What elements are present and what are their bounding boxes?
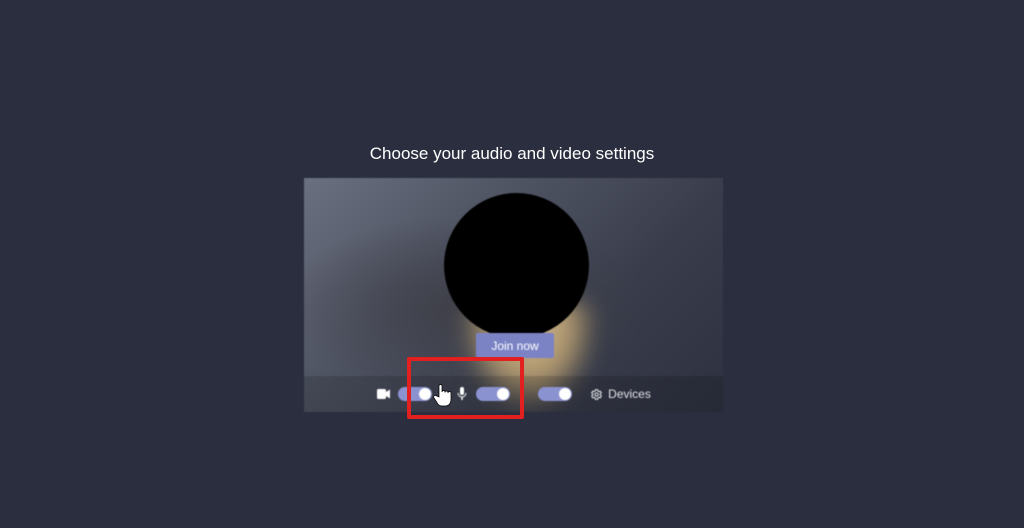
gear-icon — [590, 388, 603, 401]
microphone-toggle-knob — [559, 388, 571, 400]
mic-toggle-group — [532, 376, 572, 412]
devices-button[interactable]: Devices — [590, 387, 651, 401]
microphone-toggle[interactable] — [538, 387, 572, 401]
devices-label: Devices — [608, 387, 651, 401]
video-preview: Join now — [304, 178, 723, 412]
page-title: Choose your audio and video settings — [0, 144, 1024, 164]
background-blur-toggle-group — [454, 376, 510, 412]
background-blur-toggle[interactable] — [476, 387, 510, 401]
av-controls-bar: Devices — [304, 376, 723, 412]
join-now-label: Join now — [491, 339, 538, 353]
face-redaction-mask — [444, 193, 589, 338]
video-toggle-knob — [419, 388, 431, 400]
video-toggle[interactable] — [398, 387, 432, 401]
microphone-icon — [454, 387, 470, 401]
join-now-button[interactable]: Join now — [476, 333, 554, 358]
video-toggle-group — [376, 376, 432, 412]
background-blur-toggle-knob — [497, 388, 509, 400]
video-camera-icon — [376, 387, 392, 401]
